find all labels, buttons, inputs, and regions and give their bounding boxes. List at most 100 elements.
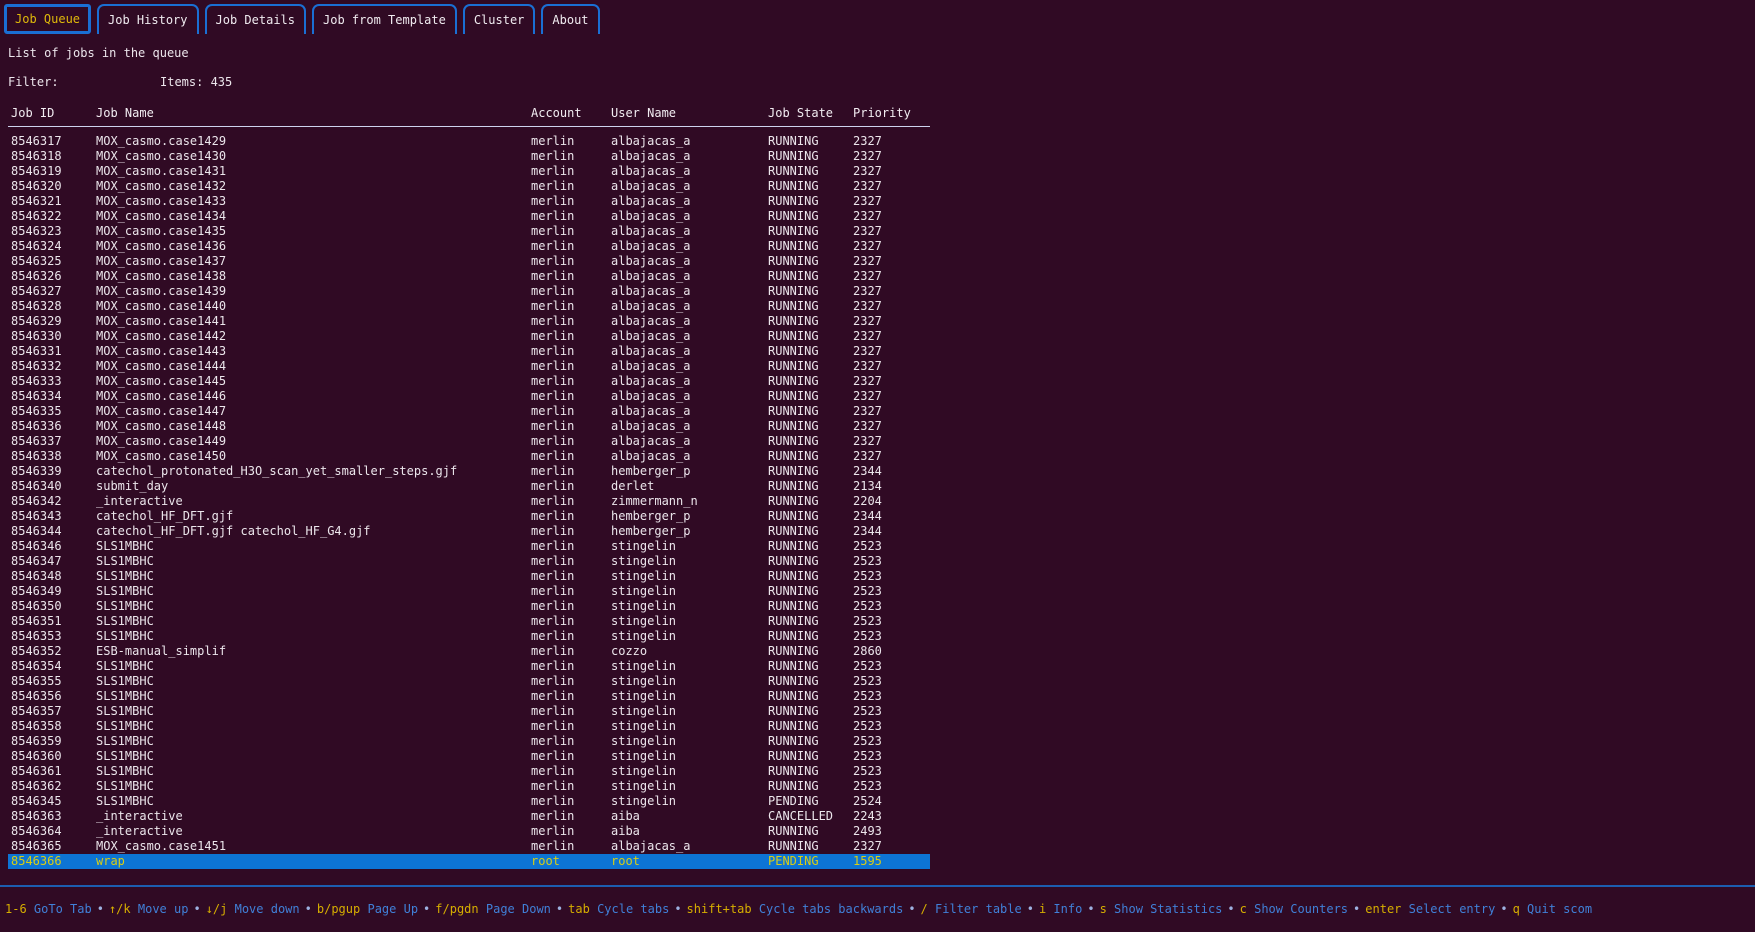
- table-row[interactable]: 8546362 SLS1MBHC merlin stingelin RUNNIN…: [8, 779, 930, 794]
- cell-job-state: RUNNING: [768, 389, 853, 404]
- cell-job-id: 8546366: [11, 854, 96, 869]
- table-row[interactable]: 8546322 MOX_casmo.case1434 merlin albaja…: [8, 209, 930, 224]
- cell-job-id: 8546353: [11, 629, 96, 644]
- table-row[interactable]: 8546318 MOX_casmo.case1430 merlin albaja…: [8, 149, 930, 164]
- help-desc: GoTo Tab: [34, 902, 92, 916]
- table-row[interactable]: 8546343 catechol_HF_DFT.gjf merlin hembe…: [8, 509, 930, 524]
- cell-user-name: albajacas_a: [611, 179, 768, 194]
- table-row[interactable]: 8546349 SLS1MBHC merlin stingelin RUNNIN…: [8, 584, 930, 599]
- tab-job-queue[interactable]: Job Queue: [4, 4, 91, 34]
- table-row[interactable]: 8546344 catechol_HF_DFT.gjf catechol_HF_…: [8, 524, 930, 539]
- table-row[interactable]: 8546366 wrap root root PENDING 1595: [8, 854, 930, 869]
- table-row[interactable]: 8546354 SLS1MBHC merlin stingelin RUNNIN…: [8, 659, 930, 674]
- table-row[interactable]: 8546358 SLS1MBHC merlin stingelin RUNNIN…: [8, 719, 930, 734]
- cell-job-state: RUNNING: [768, 689, 853, 704]
- table-row[interactable]: 8546356 SLS1MBHC merlin stingelin RUNNIN…: [8, 689, 930, 704]
- table-row[interactable]: 8546363 _interactive merlin aiba CANCELL…: [8, 809, 930, 824]
- cell-job-name: MOX_casmo.case1433: [96, 194, 531, 209]
- tab-cluster[interactable]: Cluster: [463, 4, 536, 34]
- table-row[interactable]: 8546338 MOX_casmo.case1450 merlin albaja…: [8, 449, 930, 464]
- cell-priority: 2327: [853, 134, 930, 149]
- cell-priority: 2327: [853, 284, 930, 299]
- cell-job-id: 8546325: [11, 254, 96, 269]
- table-row[interactable]: 8546346 SLS1MBHC merlin stingelin RUNNIN…: [8, 539, 930, 554]
- tab-job-from-template[interactable]: Job from Template: [312, 4, 457, 34]
- table-row[interactable]: 8546328 MOX_casmo.case1440 merlin albaja…: [8, 299, 930, 314]
- cell-account: merlin: [531, 344, 611, 359]
- table-row[interactable]: 8546350 SLS1MBHC merlin stingelin RUNNIN…: [8, 599, 930, 614]
- cell-job-id: 8546346: [11, 539, 96, 554]
- items-count: Items: 435: [160, 75, 232, 90]
- cell-job-state: RUNNING: [768, 569, 853, 584]
- help-separator: •: [1082, 902, 1099, 916]
- cell-job-name: SLS1MBHC: [96, 764, 531, 779]
- table-row[interactable]: 8546334 MOX_casmo.case1446 merlin albaja…: [8, 389, 930, 404]
- table-row[interactable]: 8546364 _interactive merlin aiba RUNNING…: [8, 824, 930, 839]
- table-row[interactable]: 8546337 MOX_casmo.case1449 merlin albaja…: [8, 434, 930, 449]
- table-row[interactable]: 8546319 MOX_casmo.case1431 merlin albaja…: [8, 164, 930, 179]
- cell-user-name: stingelin: [611, 704, 768, 719]
- cell-job-state: CANCELLED: [768, 809, 853, 824]
- table-row[interactable]: 8546320 MOX_casmo.case1432 merlin albaja…: [8, 179, 930, 194]
- table-row[interactable]: 8546317 MOX_casmo.case1429 merlin albaja…: [8, 134, 930, 149]
- table-row[interactable]: 8546329 MOX_casmo.case1441 merlin albaja…: [8, 314, 930, 329]
- tab-about[interactable]: About: [541, 4, 599, 34]
- help-separator: •: [1495, 902, 1512, 916]
- cell-account: merlin: [531, 704, 611, 719]
- cell-job-state: RUNNING: [768, 284, 853, 299]
- cell-user-name: stingelin: [611, 584, 768, 599]
- cell-job-name: MOX_casmo.case1451: [96, 839, 531, 854]
- table-row[interactable]: 8546361 SLS1MBHC merlin stingelin RUNNIN…: [8, 764, 930, 779]
- table-row[interactable]: 8546365 MOX_casmo.case1451 merlin albaja…: [8, 839, 930, 854]
- cell-job-id: 8546354: [11, 659, 96, 674]
- table-row[interactable]: 8546331 MOX_casmo.case1443 merlin albaja…: [8, 344, 930, 359]
- table-row[interactable]: 8546332 MOX_casmo.case1444 merlin albaja…: [8, 359, 930, 374]
- job-table-body: 8546317 MOX_casmo.case1429 merlin albaja…: [8, 134, 930, 869]
- cell-user-name: stingelin: [611, 749, 768, 764]
- cell-user-name: albajacas_a: [611, 254, 768, 269]
- cell-priority: 2327: [853, 359, 930, 374]
- table-row[interactable]: 8546339 catechol_protonated_H3O_scan_yet…: [8, 464, 930, 479]
- cell-job-id: 8546365: [11, 839, 96, 854]
- cell-job-id: 8546357: [11, 704, 96, 719]
- tab-job-details[interactable]: Job Details: [205, 4, 306, 34]
- table-row[interactable]: 8546342 _interactive merlin zimmermann_n…: [8, 494, 930, 509]
- help-item: tab Cycle tabs: [568, 902, 669, 916]
- cell-priority: 1595: [853, 854, 930, 869]
- table-row[interactable]: 8546325 MOX_casmo.case1437 merlin albaja…: [8, 254, 930, 269]
- cell-job-id: 8546333: [11, 374, 96, 389]
- cell-account: merlin: [531, 749, 611, 764]
- cell-job-id: 8546322: [11, 209, 96, 224]
- table-row[interactable]: 8546357 SLS1MBHC merlin stingelin RUNNIN…: [8, 704, 930, 719]
- table-row[interactable]: 8546335 MOX_casmo.case1447 merlin albaja…: [8, 404, 930, 419]
- header-user-name: User Name: [611, 106, 768, 121]
- table-row[interactable]: 8546355 SLS1MBHC merlin stingelin RUNNIN…: [8, 674, 930, 689]
- cell-account: merlin: [531, 674, 611, 689]
- table-row[interactable]: 8546327 MOX_casmo.case1439 merlin albaja…: [8, 284, 930, 299]
- table-row[interactable]: 8546351 SLS1MBHC merlin stingelin RUNNIN…: [8, 614, 930, 629]
- table-row[interactable]: 8546353 SLS1MBHC merlin stingelin RUNNIN…: [8, 629, 930, 644]
- table-row[interactable]: 8546326 MOX_casmo.case1438 merlin albaja…: [8, 269, 930, 284]
- table-row[interactable]: 8546323 MOX_casmo.case1435 merlin albaja…: [8, 224, 930, 239]
- table-row[interactable]: 8546321 MOX_casmo.case1433 merlin albaja…: [8, 194, 930, 209]
- table-row[interactable]: 8546324 MOX_casmo.case1436 merlin albaja…: [8, 239, 930, 254]
- table-row[interactable]: 8546336 MOX_casmo.case1448 merlin albaja…: [8, 419, 930, 434]
- cell-job-name: SLS1MBHC: [96, 749, 531, 764]
- table-row[interactable]: 8546333 MOX_casmo.case1445 merlin albaja…: [8, 374, 930, 389]
- cell-priority: 2327: [853, 374, 930, 389]
- cell-account: merlin: [531, 404, 611, 419]
- table-row[interactable]: 8546359 SLS1MBHC merlin stingelin RUNNIN…: [8, 734, 930, 749]
- tab-job-history[interactable]: Job History: [97, 4, 198, 34]
- table-row[interactable]: 8546330 MOX_casmo.case1442 merlin albaja…: [8, 329, 930, 344]
- table-row[interactable]: 8546340 submit_day merlin derlet RUNNING…: [8, 479, 930, 494]
- table-row[interactable]: 8546352 ESB-manual_simplif merlin cozzo …: [8, 644, 930, 659]
- table-row[interactable]: 8546360 SLS1MBHC merlin stingelin RUNNIN…: [8, 749, 930, 764]
- table-row[interactable]: 8546348 SLS1MBHC merlin stingelin RUNNIN…: [8, 569, 930, 584]
- cell-job-id: 8546324: [11, 239, 96, 254]
- cell-priority: 2327: [853, 239, 930, 254]
- table-row[interactable]: 8546345 SLS1MBHC merlin stingelin PENDIN…: [8, 794, 930, 809]
- cell-job-name: submit_day: [96, 479, 531, 494]
- table-row[interactable]: 8546347 SLS1MBHC merlin stingelin RUNNIN…: [8, 554, 930, 569]
- help-item: ↓/j Move down: [206, 902, 300, 916]
- help-separator: •: [669, 902, 686, 916]
